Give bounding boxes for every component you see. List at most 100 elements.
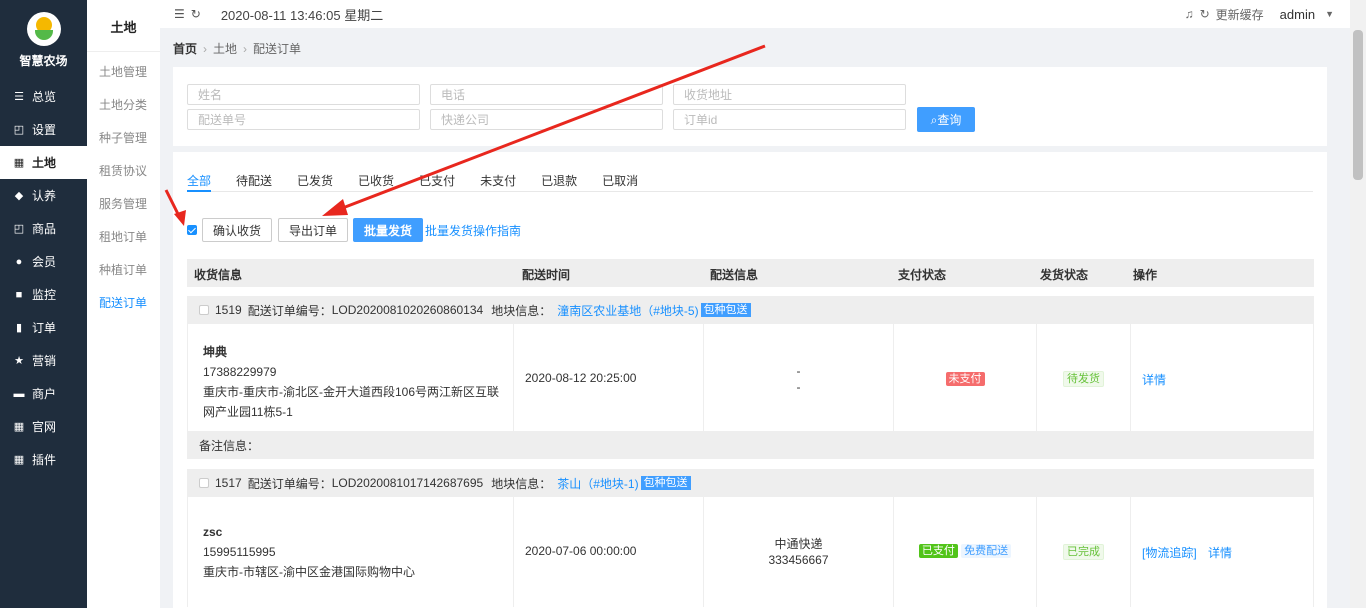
- tab-pending-delivery[interactable]: 待配送: [236, 172, 272, 192]
- grid-icon: ▦: [13, 454, 25, 466]
- nav-item-overview[interactable]: ☰ 总览: [0, 80, 87, 113]
- export-orders-button[interactable]: 导出订单: [278, 218, 349, 242]
- detail-link[interactable]: 详情: [1142, 371, 1166, 388]
- tab-cancelled[interactable]: 已取消: [602, 172, 638, 192]
- camera-icon: ■: [15, 288, 23, 301]
- pay-status-cell: 未支付: [894, 324, 1037, 431]
- pay-status-cell: 已支付 免费配送: [894, 497, 1037, 607]
- delivery-time-cell: 2020-08-12 20:25:00: [514, 324, 704, 431]
- nav-item-website[interactable]: ▦ 官网: [0, 410, 87, 443]
- sub-item-delivery-orders[interactable]: 配送订单: [87, 287, 160, 320]
- receiver-phone: 15995115995: [203, 545, 276, 559]
- datetime: 2020-08-11 13:46:05 星期二: [220, 7, 384, 23]
- logo-text: 智慧农场: [19, 54, 68, 68]
- detail-link[interactable]: 详情: [1208, 544, 1232, 561]
- sub-sidebar-title: 土地: [87, 0, 160, 52]
- page-scrollbar[interactable]: [1350, 0, 1366, 608]
- express-input[interactable]: [430, 109, 663, 130]
- receiver-name: 坤典: [203, 345, 228, 359]
- filter-panel: ⌕查询: [173, 67, 1327, 146]
- sub-sidebar: 土地 土地管理 土地分类 种子管理 租赁协议 服务管理 租地订单 种植订单 配送…: [87, 0, 160, 608]
- sub-item-seed-manage[interactable]: 种子管理: [87, 122, 160, 155]
- nav-item-members[interactable]: ● 会员: [0, 245, 87, 278]
- logistics-track-link[interactable]: [物流追踪]: [1142, 544, 1197, 561]
- logo[interactable]: 智慧农场: [0, 0, 87, 80]
- batch-ship-button[interactable]: 批量发货: [353, 218, 424, 242]
- order-id-input[interactable]: [673, 109, 906, 130]
- nav-item-orders[interactable]: ▮ 订单: [0, 311, 87, 344]
- order-header: 1517 配送订单编号： LOD2020081017142687695 地块信息：…: [187, 469, 1314, 497]
- menu-toggle-icon[interactable]: ☰: [174, 7, 185, 21]
- refresh-icon[interactable]: ↻: [191, 7, 201, 21]
- note-label: 备注信息：: [199, 438, 260, 453]
- address-input[interactable]: [673, 84, 906, 105]
- nav-item-adopt[interactable]: ◆ 认养: [0, 179, 87, 212]
- nav-item-marketing[interactable]: ★ 营销: [0, 344, 87, 377]
- nav-item-monitor[interactable]: ■ 监控: [0, 278, 87, 311]
- select-all-checkbox[interactable]: [187, 225, 197, 235]
- col-ship-status: 发货状态: [1040, 268, 1089, 282]
- sub-item-service-manage[interactable]: 服务管理: [87, 188, 160, 221]
- ship-status-badge: 已完成: [1063, 544, 1104, 560]
- breadcrumb-home[interactable]: 首页: [173, 42, 197, 56]
- order-note: 备注信息：: [187, 431, 1314, 459]
- confirm-receipt-button[interactable]: 确认收货: [202, 218, 273, 242]
- tab-shipped[interactable]: 已发货: [297, 172, 333, 192]
- order-row: 1519 配送订单编号： LOD2020081020260860134 地块信息：…: [187, 296, 1314, 459]
- nav-item-plugins[interactable]: ▦ 插件: [0, 443, 87, 476]
- receiver-cell: zsc 15995115995 重庆市-市辖区-渝中区金港国际购物中心: [188, 497, 514, 607]
- tab-unpaid[interactable]: 未支付: [480, 172, 516, 192]
- sub-item-plant-orders[interactable]: 种植订单: [87, 254, 160, 287]
- name-input[interactable]: [187, 84, 420, 105]
- batch-ship-guide-link[interactable]: 批量发货操作指南: [425, 222, 521, 239]
- order-checkbox[interactable]: [199, 305, 209, 315]
- plot-link[interactable]: 茶山（#地块-1): [557, 475, 638, 492]
- nav-item-goods[interactable]: ◰ 商品: [0, 212, 87, 245]
- breadcrumb-level1[interactable]: 土地: [213, 42, 237, 56]
- refresh-cache-link[interactable]: 更新缓存: [1216, 6, 1264, 23]
- receiver-address: 重庆市-重庆市-渝北区-金开大道西段106号两江新区互联网产业园11栋5-1: [203, 385, 500, 419]
- col-delivery-info: 配送信息: [710, 268, 759, 282]
- chevron-down-icon[interactable]: ▼: [1325, 9, 1334, 19]
- scrollbar-thumb[interactable]: [1353, 30, 1363, 180]
- tab-refunded[interactable]: 已退款: [541, 172, 577, 192]
- nav-item-land[interactable]: ▦ 土地: [0, 146, 87, 179]
- plot-label: 地块信息：: [491, 303, 552, 318]
- star-icon: ★: [14, 355, 24, 367]
- order-body: zsc 15995115995 重庆市-市辖区-渝中区金港国际购物中心 2020…: [187, 497, 1314, 607]
- phone-input[interactable]: [430, 84, 663, 105]
- receiver-phone: 17388229979: [203, 365, 277, 379]
- nav-item-settings[interactable]: ◰ 设置: [0, 113, 87, 146]
- order-id: 1519: [215, 303, 242, 317]
- diamond-icon: ◆: [14, 190, 24, 202]
- delivery-no-input[interactable]: [187, 109, 420, 130]
- sub-item-land-category[interactable]: 土地分类: [87, 89, 160, 122]
- receiver-address: 重庆市-市辖区-渝中区金港国际购物中心: [203, 565, 415, 579]
- receiver-name: zsc: [203, 525, 223, 539]
- ship-status-cell: 待发货: [1037, 324, 1131, 431]
- sub-item-lease-agreement[interactable]: 租赁协议: [87, 155, 160, 188]
- receiver-cell: 坤典 17388229979 重庆市-重庆市-渝北区-金开大道西段106号两江新…: [188, 324, 514, 431]
- tab-paid[interactable]: 已支付: [419, 172, 455, 192]
- breadcrumb: 首页 › 土地 › 配送订单: [173, 42, 302, 56]
- delivery-info-cell: - -: [704, 324, 894, 431]
- service-badge: 包种包送: [700, 303, 751, 317]
- tracking-number: 333456667: [768, 553, 829, 567]
- sub-item-land-manage[interactable]: 土地管理: [87, 56, 160, 89]
- table-header: 收货信息 配送时间 配送信息 支付状态 发货状态 操作: [187, 259, 1314, 287]
- nav-item-merchant[interactable]: ▬ 商户: [0, 377, 87, 410]
- user-menu[interactable]: admin: [1280, 7, 1315, 22]
- plot-link[interactable]: 潼南区农业基地（#地块-5): [557, 302, 698, 319]
- sub-item-rent-orders[interactable]: 租地订单: [87, 221, 160, 254]
- col-pay-status: 支付状态: [898, 268, 947, 282]
- pay-status-badge: 已支付: [918, 544, 958, 558]
- tab-all[interactable]: 全部: [187, 172, 212, 192]
- query-button[interactable]: ⌕查询: [917, 107, 975, 132]
- user-icon: ●: [15, 255, 23, 268]
- delivery-info-line1: -: [796, 364, 801, 378]
- bell-icon[interactable]: ♫: [1185, 7, 1194, 21]
- grid-icon: ▦: [13, 157, 25, 169]
- order-checkbox[interactable]: [199, 478, 209, 488]
- service-badge: 包种包送: [640, 476, 691, 490]
- tab-received[interactable]: 已收货: [358, 172, 394, 192]
